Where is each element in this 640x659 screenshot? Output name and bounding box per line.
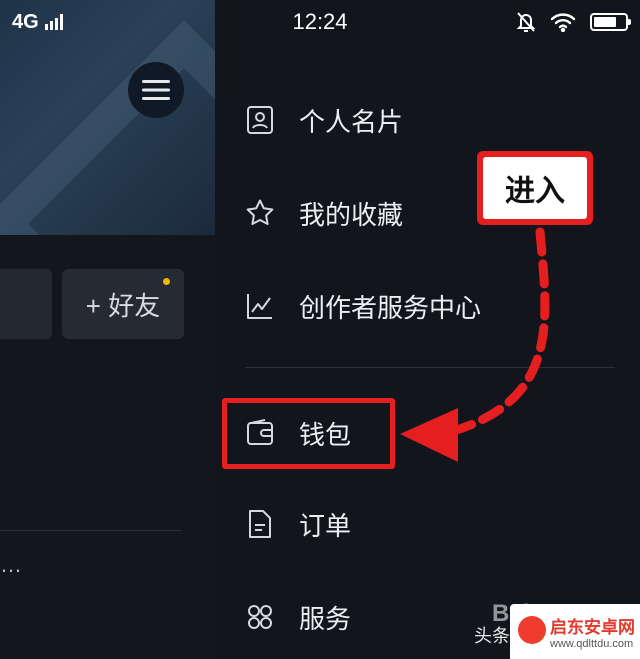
contact-card-icon — [247, 106, 273, 134]
hamburger-icon — [142, 80, 170, 100]
signal-icon — [44, 14, 63, 30]
drawer-item-label: 服务 — [299, 603, 352, 634]
drawer-item-label: 个人名片 — [299, 106, 404, 137]
toutiao-watermark: 头条 — [474, 626, 510, 646]
drawer-item-creator-center[interactable]: 创作者服务中心 — [245, 276, 481, 336]
enter-callout: 进入 — [477, 151, 593, 225]
edit-profile-button[interactable] — [0, 269, 52, 339]
site-url: www.qdlttdu.com — [550, 638, 634, 650]
wifi-icon — [550, 13, 576, 32]
site-watermark: 启东安卓网 www.qdlttdu.com — [510, 604, 640, 659]
profile-background: + 好友 … — [0, 0, 215, 659]
site-logo-icon — [518, 616, 546, 644]
mute-bell-icon — [516, 12, 536, 32]
drawer-divider — [245, 367, 615, 368]
add-friend-button[interactable]: + 好友 — [62, 269, 184, 339]
hamburger-menu-button[interactable] — [128, 62, 184, 118]
status-bar: 4G 12:24 — [0, 0, 640, 44]
site-name: 启东安卓网 — [550, 618, 635, 637]
document-icon — [249, 510, 271, 538]
wallet-highlight-box — [222, 398, 395, 469]
divider — [0, 530, 182, 531]
drawer-item-label: 我的收藏 — [299, 199, 404, 230]
drawer-item-favorites[interactable]: 我的收藏 — [245, 183, 403, 243]
grid-clover-icon — [248, 605, 272, 629]
truncated-text: … — [0, 552, 23, 577]
cover-decoration — [0, 20, 215, 235]
enter-callout-text: 进入 — [483, 157, 587, 219]
star-icon — [246, 199, 274, 225]
drawer-item-contact-card[interactable]: 个人名片 — [245, 90, 403, 150]
drawer-item-label: 订单 — [299, 510, 352, 541]
drawer-item-orders[interactable]: 订单 — [245, 494, 351, 554]
network-type: 4G — [12, 10, 39, 33]
status-icons — [516, 11, 631, 33]
status-time: 12:24 — [292, 9, 348, 34]
notification-dot — [163, 278, 170, 285]
drawer-item-label: 创作者服务中心 — [299, 292, 482, 323]
add-friend-label: + 好友 — [85, 290, 161, 321]
battery-icon — [590, 13, 631, 31]
trend-chart-icon — [247, 294, 272, 319]
drawer-item-services[interactable]: 服务 — [245, 587, 351, 647]
network-indicator: 4G — [12, 11, 63, 34]
